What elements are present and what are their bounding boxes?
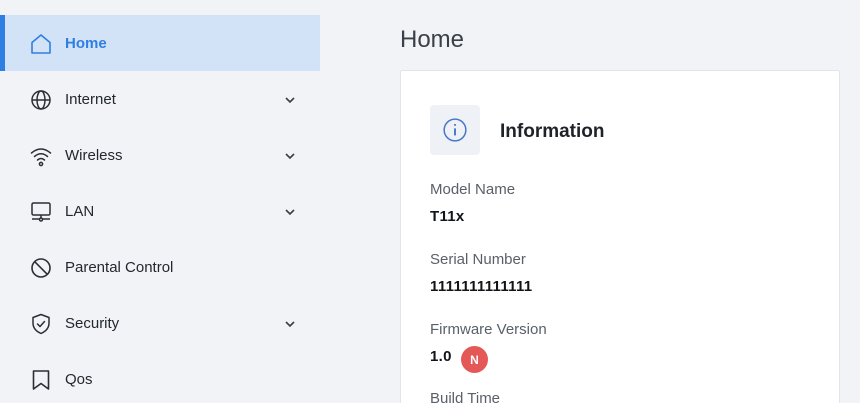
sidebar-item-home[interactable]: Home [0,15,320,71]
page-title: Home [400,26,465,53]
build-time-label: Build Time [430,390,501,403]
sidebar-item-lan[interactable]: LAN [0,183,320,239]
lan-icon [28,199,54,225]
globe-icon [28,87,54,113]
sidebar-item-security[interactable]: Security [0,295,320,351]
chevron-down-icon[interactable] [283,205,297,219]
chevron-down-icon[interactable] [283,317,297,331]
sidebar-item-label: Security [65,314,120,332]
chevron-down-icon[interactable] [283,149,297,163]
serial-number-value: 1111111111111 [430,278,533,295]
chevron-down-icon[interactable] [283,93,297,107]
shield-check-icon [28,311,54,337]
bookmark-icon [28,367,54,393]
sidebar-item-parental-control[interactable]: Parental Control [0,239,320,295]
sidebar-item-label: Home [65,34,107,52]
wifi-icon [28,143,54,169]
info-icon [430,105,480,155]
firmware-version-label: Firmware Version [430,321,547,338]
firmware-version-value: 1.0 [430,348,452,365]
sidebar-item-qos[interactable]: Qos [0,351,320,403]
sidebar-item-wireless[interactable]: Wireless [0,127,320,183]
sidebar: Home Internet Wireless LAN Parental Cont… [0,0,320,403]
sidebar-item-label: LAN [65,202,95,220]
information-card: Information Model Name T11x Serial Numbe… [400,70,840,403]
model-name-value: T11x [430,208,465,225]
block-icon [28,255,54,281]
sidebar-item-label: Qos [65,370,93,388]
card-title: Information [500,121,605,142]
serial-number-label: Serial Number [430,251,526,268]
home-icon [28,31,54,57]
sidebar-item-label: Parental Control [65,258,174,276]
new-firmware-badge[interactable]: N [461,346,488,373]
model-name-label: Model Name [430,181,516,198]
sidebar-item-label: Internet [65,90,116,108]
sidebar-item-internet[interactable]: Internet [0,71,320,127]
sidebar-item-label: Wireless [65,146,123,164]
